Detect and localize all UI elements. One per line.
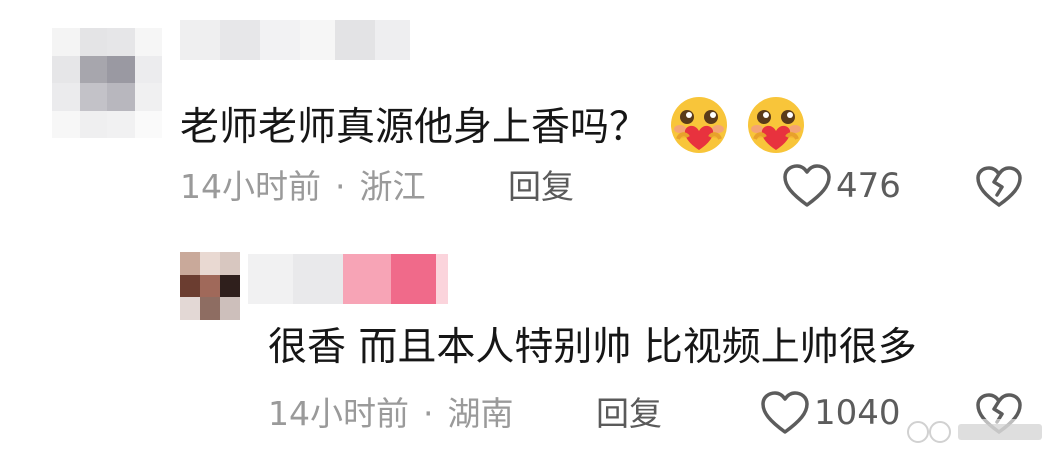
timestamp: 14小时前: [180, 167, 321, 206]
username[interactable]: [180, 20, 410, 60]
comment-meta: 14小时前 · 湖南: [268, 397, 514, 430]
reply-button[interactable]: 回复: [596, 397, 662, 430]
avatar[interactable]: [52, 28, 162, 138]
like-button[interactable]: 1040: [760, 390, 901, 436]
dislike-button[interactable]: [975, 165, 1023, 213]
reply-button[interactable]: 回复: [508, 170, 574, 203]
username[interactable]: [248, 254, 448, 304]
comment-meta: 14小时前 · 浙江: [180, 170, 426, 203]
heart-hug-emoji: [745, 95, 807, 164]
like-button[interactable]: 476: [782, 163, 901, 209]
comment-item: 老师老师真源他身上香吗？ 14小时前 · 浙江 回复 476: [0, 0, 1058, 230]
heart-icon: [783, 164, 831, 207]
avatar[interactable]: [180, 252, 240, 320]
comment-text: 很香 而且本人特别帅 比视频上帅很多: [268, 325, 917, 370]
heart-icon: [761, 391, 809, 434]
like-count: 476: [836, 166, 901, 206]
timestamp: 14小时前: [268, 394, 409, 433]
separator: ·: [423, 394, 434, 433]
comment-text: 老师老师真源他身上香吗？: [180, 95, 807, 164]
location: 浙江: [359, 167, 426, 206]
broken-heart-icon: [976, 166, 1022, 207]
location: 湖南: [447, 394, 514, 433]
heart-hug-emoji: [668, 95, 730, 164]
like-count: 1040: [814, 393, 901, 433]
watermark-logo: [900, 415, 1050, 449]
separator: ·: [335, 167, 346, 206]
